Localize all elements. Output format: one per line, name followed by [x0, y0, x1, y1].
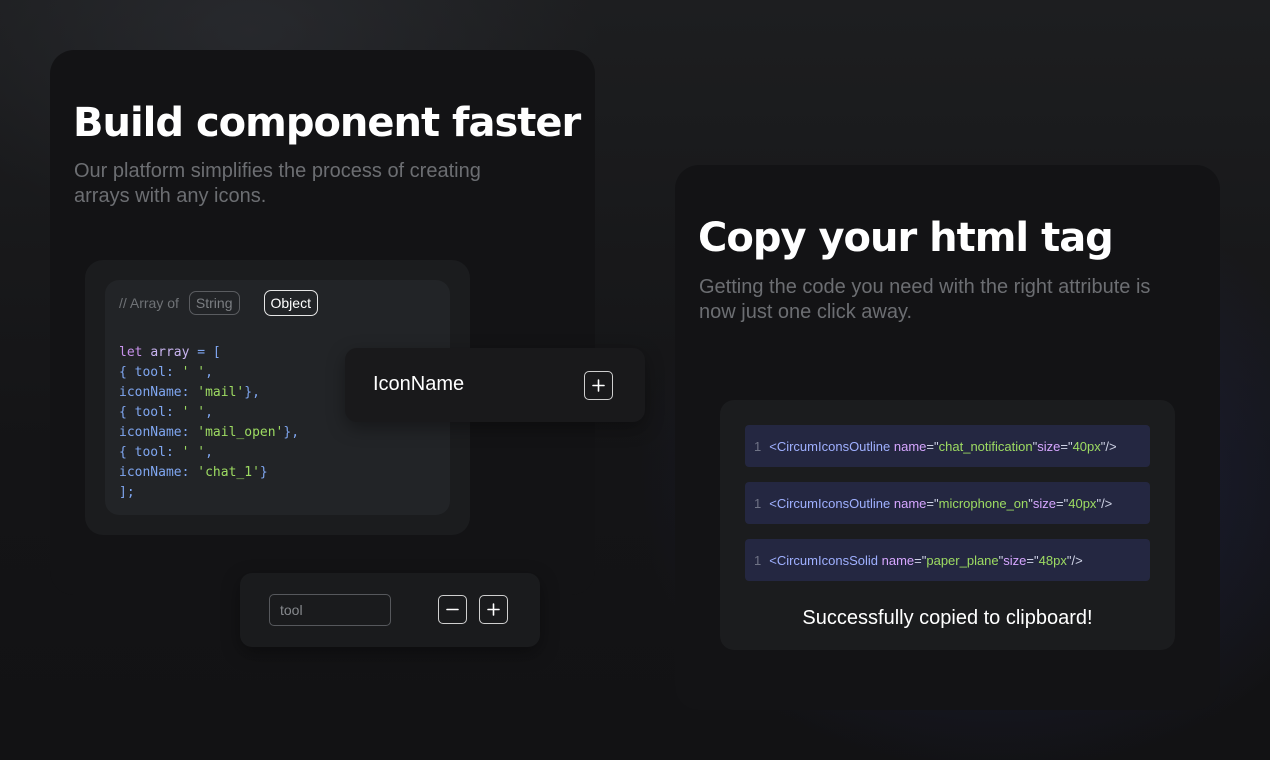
- code-token: ' ': [181, 445, 206, 460]
- tool-input[interactable]: [269, 594, 391, 626]
- code-token: ' ': [181, 365, 206, 380]
- code-token: 'mail_open': [197, 425, 284, 440]
- code-line: { tool: ' ',: [119, 363, 299, 383]
- code-token: iconName:: [119, 425, 198, 440]
- array-code: let array = [{ tool: ' ', iconName: 'mail…: [119, 343, 299, 503]
- tag-name-value: microphone_on: [938, 495, 1029, 511]
- html-tag-row[interactable]: 1 < CircumIconsOutline name = " chat_notific…: [745, 425, 1150, 467]
- remove-tool-button[interactable]: [438, 595, 467, 624]
- iconname-field-card: IconName: [345, 348, 645, 422]
- tag-component: CircumIconsOutline: [776, 438, 891, 454]
- copy-html-title: Copy your html tag: [698, 215, 1114, 261]
- code-token: array: [150, 345, 190, 360]
- minus-icon: [446, 608, 459, 611]
- code-line: iconName: 'mail'},: [119, 383, 299, 403]
- array-of-label: // Array of: [119, 295, 179, 311]
- tag-size-value: 40px: [1072, 438, 1101, 454]
- code-token: { tool:: [119, 365, 182, 380]
- build-component-title: Build component faster: [73, 100, 581, 146]
- tag-size-value: 48px: [1038, 552, 1067, 568]
- tag-component: CircumIconsSolid: [776, 552, 878, 568]
- code-token: 'mail': [197, 385, 245, 400]
- tag-component: CircumIconsOutline: [776, 495, 891, 511]
- code-token: },: [283, 425, 300, 440]
- html-tag-row[interactable]: 1 < CircumIconsOutline name = " microphone_o…: [745, 482, 1150, 524]
- tag-size-value: 40px: [1068, 495, 1097, 511]
- code-line: iconName: 'chat_1'}: [119, 463, 299, 483]
- line-number: 1: [754, 438, 762, 454]
- add-tool-button[interactable]: [479, 595, 508, 624]
- code-line: { tool: ' ',: [119, 403, 299, 423]
- code-token: { tool:: [119, 445, 182, 460]
- code-line: ];: [119, 483, 299, 503]
- line-number: 1: [754, 495, 762, 511]
- tag-name-value: paper_plane: [926, 552, 999, 568]
- code-token: = [: [189, 345, 221, 360]
- code-token: }: [259, 465, 268, 480]
- code-token: ,: [205, 365, 213, 380]
- code-line: { tool: ' ',: [119, 443, 299, 463]
- code-token: ,: [205, 445, 213, 460]
- plus-icon: [592, 379, 605, 392]
- iconname-label: IconName: [373, 373, 465, 395]
- copy-html-description: Getting the code you need with the right…: [699, 276, 1151, 323]
- build-component-description: Our platform simplifies the process of c…: [74, 160, 481, 207]
- code-token: iconName:: [119, 385, 198, 400]
- code-token: { tool:: [119, 405, 182, 420]
- code-line: iconName: 'mail_open'},: [119, 423, 299, 443]
- code-token: 'chat_1': [197, 465, 260, 480]
- html-tag-row[interactable]: 1 < CircumIconsSolid name = " paper_plane " si…: [745, 539, 1150, 581]
- code-token: ];: [119, 485, 135, 500]
- code-token: },: [244, 385, 260, 400]
- type-option-object[interactable]: Object: [263, 290, 318, 316]
- code-token: let: [119, 345, 151, 360]
- tag-name-value: chat_notification: [938, 438, 1033, 454]
- add-iconname-button[interactable]: [584, 371, 613, 400]
- type-option-string[interactable]: String: [188, 291, 240, 315]
- plus-icon: [487, 603, 500, 616]
- array-type-selector: // Array of String Object: [119, 290, 318, 316]
- code-token: ' ': [181, 405, 206, 420]
- line-number: 1: [754, 552, 762, 568]
- code-token: iconName:: [119, 465, 198, 480]
- tool-field-card: [240, 573, 540, 647]
- copied-toast-message: Successfully copied to clipboard!: [802, 607, 1093, 629]
- code-token: ,: [205, 405, 213, 420]
- code-line: let array = [: [119, 343, 299, 363]
